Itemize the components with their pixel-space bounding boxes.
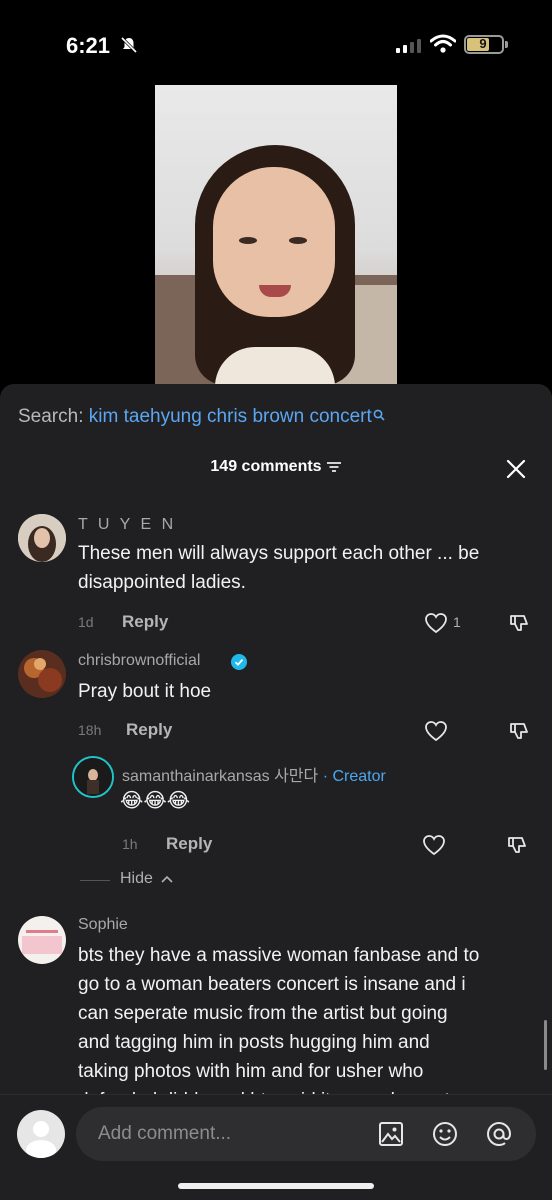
video-person-shirt	[215, 347, 335, 385]
comment-composer: Add comment...	[0, 1094, 552, 1200]
heart-icon[interactable]	[424, 720, 448, 742]
wifi-icon	[430, 34, 456, 53]
verified-badge-icon	[231, 654, 247, 670]
comment-username[interactable]: T U Y E N	[78, 516, 176, 534]
comment-text: bts they have a massive woman fanbase an…	[78, 945, 480, 966]
comment-text: go to a woman beaters concert is insane …	[78, 974, 466, 995]
comments-count: 149 comments	[210, 458, 322, 475]
video-person-mouth	[259, 285, 291, 297]
dislike-icon[interactable]	[508, 720, 530, 742]
emoji-icon[interactable]	[432, 1121, 458, 1147]
dislike-icon[interactable]	[508, 612, 530, 634]
comment-time: 1d	[78, 614, 94, 630]
comment-text: and tagging him in posts hugging him and	[78, 1032, 430, 1053]
avatar-image	[18, 514, 66, 562]
home-indicator	[178, 1183, 374, 1189]
comment-username[interactable]: chrisbrownofficial	[78, 652, 200, 670]
video-person-eye	[289, 237, 307, 244]
status-time: 6:21	[66, 33, 111, 58]
default-avatar-icon	[26, 1121, 56, 1158]
image-icon[interactable]	[378, 1121, 404, 1147]
creator-badge: · Creator	[322, 768, 386, 785]
comments-sheet: Search: kim taehyung chris brown concert…	[0, 384, 552, 1200]
reply-username[interactable]: samanthainarkansas 사만다	[122, 768, 318, 785]
search-label: Search:	[18, 406, 84, 427]
chevron-up-icon	[161, 875, 173, 883]
comment-time: 18h	[78, 722, 102, 738]
avatar-image	[18, 916, 66, 964]
avatar[interactable]	[18, 514, 66, 562]
bell-muted-icon	[120, 36, 138, 54]
avatar-image	[74, 758, 112, 796]
close-icon[interactable]	[505, 458, 527, 480]
status-bar: 6:21 9	[0, 0, 552, 80]
my-avatar[interactable]	[17, 1110, 65, 1158]
related-search[interactable]: Search: kim taehyung chris brown concert	[18, 406, 385, 428]
comment-text: disappointed ladies.	[78, 572, 246, 593]
comment-username[interactable]: Sophie	[78, 916, 128, 934]
hide-label: Hide	[120, 870, 153, 887]
hide-replies-button[interactable]: Hide	[120, 870, 173, 888]
battery-level: 9	[479, 36, 487, 51]
cellular-signal-icon	[396, 39, 421, 53]
scrollbar[interactable]	[544, 1020, 547, 1070]
comment-text: can seperate music from the artist but g…	[78, 1003, 448, 1024]
avatar-image	[18, 650, 66, 698]
sort-icon[interactable]	[326, 461, 342, 473]
dislike-icon[interactable]	[506, 834, 528, 856]
comment-time: 1h	[122, 836, 138, 852]
reply-button[interactable]: Reply	[122, 612, 168, 632]
comments-count-header[interactable]: 149 comments	[0, 458, 552, 476]
video-person-face	[213, 167, 335, 317]
comment-username[interactable]: samanthainarkansas 사만다 · Creator	[122, 762, 386, 786]
avatar[interactable]	[18, 650, 66, 698]
comment-input[interactable]: Add comment...	[76, 1107, 536, 1161]
heart-icon[interactable]	[422, 834, 446, 856]
replies-divider	[80, 880, 110, 881]
comment-text: These men will always support each other…	[78, 543, 480, 564]
reply-button[interactable]: Reply	[166, 834, 212, 854]
video-preview[interactable]	[155, 85, 397, 385]
like-count: 1	[453, 614, 461, 630]
search-icon	[373, 409, 385, 421]
comment-input-placeholder: Add comment...	[98, 1123, 232, 1144]
mention-icon[interactable]	[486, 1121, 512, 1147]
avatar[interactable]	[18, 916, 66, 964]
video-person-eye	[239, 237, 257, 244]
comment-text: Pray bout it hoe	[78, 681, 212, 702]
comment-text: taking photos with him and for usher who	[78, 1061, 424, 1082]
avatar[interactable]	[72, 756, 114, 798]
search-query-link[interactable]: kim taehyung chris brown concert	[89, 406, 372, 427]
reply-button[interactable]: Reply	[126, 720, 172, 740]
battery-icon: 9	[464, 35, 504, 54]
comment-text: 😂😂😂	[120, 790, 191, 812]
battery-cap	[505, 41, 508, 48]
heart-icon[interactable]	[424, 612, 448, 634]
